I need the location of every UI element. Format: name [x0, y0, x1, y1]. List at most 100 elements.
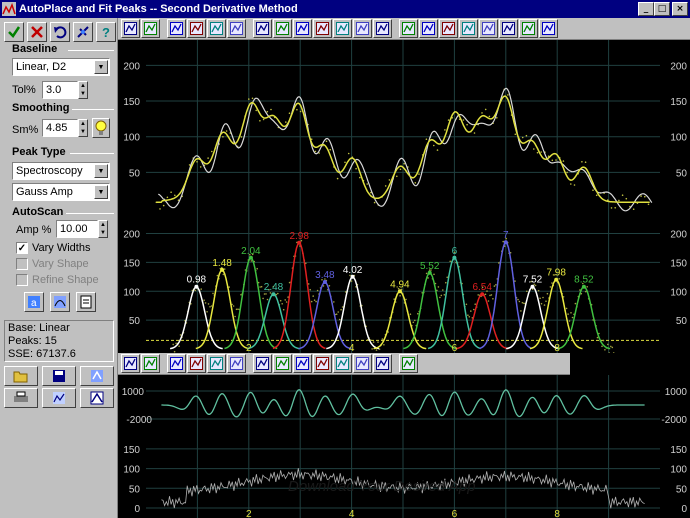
vary-widths-checkbox[interactable]: ✓ Vary Widths [16, 242, 90, 254]
grid-icon [296, 357, 309, 370]
data-point [399, 295, 401, 297]
data-point [235, 308, 238, 311]
residual-plot[interactable]: 0 0 50 50 100 100 150 150 2 4 6 8 [118, 435, 690, 518]
data-point [260, 285, 263, 288]
checkmark-icon: ✓ [16, 242, 28, 254]
settings-button[interactable] [73, 22, 93, 42]
peaks-plot[interactable]: 50 50 100 100 150 150 200 200 0.98 1.48 2.04 2.48 2.… [118, 216, 690, 353]
ok-button[interactable] [4, 22, 24, 42]
data-point [573, 184, 576, 186]
zoom-in-icon [124, 22, 137, 35]
top-fit-plot[interactable]: 50 50 100 100 150 150 200 200 [118, 40, 690, 216]
export-button[interactable] [80, 366, 114, 386]
data-point [610, 207, 613, 209]
data-point [371, 348, 373, 350]
autoscan-a-button[interactable]: a [24, 292, 44, 312]
spectrum-tool-button[interactable] [167, 19, 186, 38]
peaks-tool-button[interactable] [227, 19, 246, 38]
spectrum-tool-button[interactable] [167, 354, 186, 373]
peaks-icon [230, 22, 243, 35]
lines-tool-button[interactable] [353, 354, 372, 373]
picture-tool-button[interactable] [187, 354, 206, 373]
tol-spinner[interactable]: ▲ ▼ [78, 81, 88, 99]
axes-tool-button[interactable] [519, 19, 538, 38]
spectrum-icon [170, 22, 183, 35]
chart-tool-button[interactable] [399, 19, 418, 38]
peak-family-select[interactable]: Spectroscopy ▼ [12, 162, 110, 180]
baseline-tool-button[interactable] [273, 354, 292, 373]
color-tool-button[interactable] [439, 19, 458, 38]
palette-tool-button[interactable] [499, 19, 518, 38]
picture-tool-button[interactable] [187, 19, 206, 38]
baseline-icon [276, 22, 289, 35]
bars-icon [336, 357, 349, 370]
font-tool-button[interactable] [479, 19, 498, 38]
help-button[interactable]: ? [96, 22, 116, 42]
baseline-tool-button[interactable] [273, 19, 292, 38]
y-tick-label-left: 200 [123, 61, 140, 72]
data-point [232, 305, 235, 307]
zoom-out-tool-button[interactable] [141, 19, 160, 38]
table-tool-button[interactable] [313, 19, 332, 38]
grid-tool-button[interactable] [293, 19, 312, 38]
save-button[interactable] [42, 366, 76, 386]
amp-spinner[interactable]: ▲ ▼ [98, 220, 108, 238]
binoculars-tool-button[interactable] [419, 19, 438, 38]
wave-tool-button[interactable] [253, 354, 272, 373]
preview-button[interactable] [92, 118, 110, 138]
data-point [466, 123, 468, 126]
autoscan-doc-button[interactable] [76, 292, 96, 312]
table-tool-button[interactable] [313, 354, 332, 373]
columns-tool-button[interactable] [373, 354, 392, 373]
peak-function-select[interactable]: Gauss Amp ▼ [12, 183, 110, 201]
close-button[interactable]: × [672, 2, 688, 16]
data-point [574, 302, 577, 305]
columns-icon [376, 22, 389, 35]
data-point [525, 134, 528, 137]
axes-icon [522, 22, 535, 35]
data-point [601, 345, 603, 348]
minimize-button[interactable]: _ [638, 2, 654, 16]
undo-button[interactable] [50, 22, 70, 42]
data-point [592, 189, 594, 191]
refine-shape-checkbox[interactable]: Refine Shape [16, 274, 99, 286]
maximize-button[interactable]: □ [654, 2, 670, 16]
letter-a-icon: a [28, 296, 40, 309]
zoom-out-tool-button[interactable] [141, 354, 160, 373]
picture-icon [190, 22, 203, 35]
smooth-tool-button[interactable] [207, 19, 226, 38]
fit-button[interactable] [80, 388, 114, 408]
cancel-button[interactable] [27, 22, 47, 42]
text-tool-button[interactable] [459, 19, 478, 38]
zoom-in-tool-button[interactable] [121, 354, 140, 373]
smoothing-input[interactable]: 4.85 [42, 119, 78, 137]
columns-tool-button[interactable] [373, 19, 392, 38]
autoscan-peaks-button[interactable] [50, 292, 70, 312]
data-point [194, 289, 197, 292]
data-point [359, 176, 361, 179]
print-button[interactable] [4, 388, 38, 408]
triangle-tool-button[interactable] [539, 19, 558, 38]
y-tick-label-left: 0 [134, 504, 140, 515]
peak-label-10: 6 [452, 246, 458, 257]
bars-tool-button[interactable] [333, 19, 352, 38]
wave-tool-button[interactable] [253, 19, 272, 38]
peak-label-6: 3.48 [315, 270, 335, 281]
data-point [240, 293, 242, 296]
graph-button[interactable] [42, 388, 76, 408]
peaks-tool-button[interactable] [227, 354, 246, 373]
grid-tool-button[interactable] [293, 354, 312, 373]
open-button[interactable] [4, 366, 38, 386]
vary-shape-checkbox[interactable]: Vary Shape [16, 258, 89, 270]
chart-tool-button[interactable] [399, 354, 418, 373]
zoom-in-icon [124, 357, 137, 370]
smooth-tool-button[interactable] [207, 354, 226, 373]
bars-tool-button[interactable] [333, 354, 352, 373]
zoom-in-tool-button[interactable] [121, 19, 140, 38]
smoothing-spinner[interactable]: ▲ ▼ [78, 119, 88, 137]
amp-input[interactable]: 10.00 [56, 220, 98, 238]
baseline-type-select[interactable]: Linear, D2 ▼ [12, 58, 110, 76]
lines-tool-button[interactable] [353, 19, 372, 38]
tol-input[interactable]: 3.0 [42, 81, 78, 99]
derivative-plot[interactable]: 1000 -2000 1000 -2000 [118, 375, 690, 435]
